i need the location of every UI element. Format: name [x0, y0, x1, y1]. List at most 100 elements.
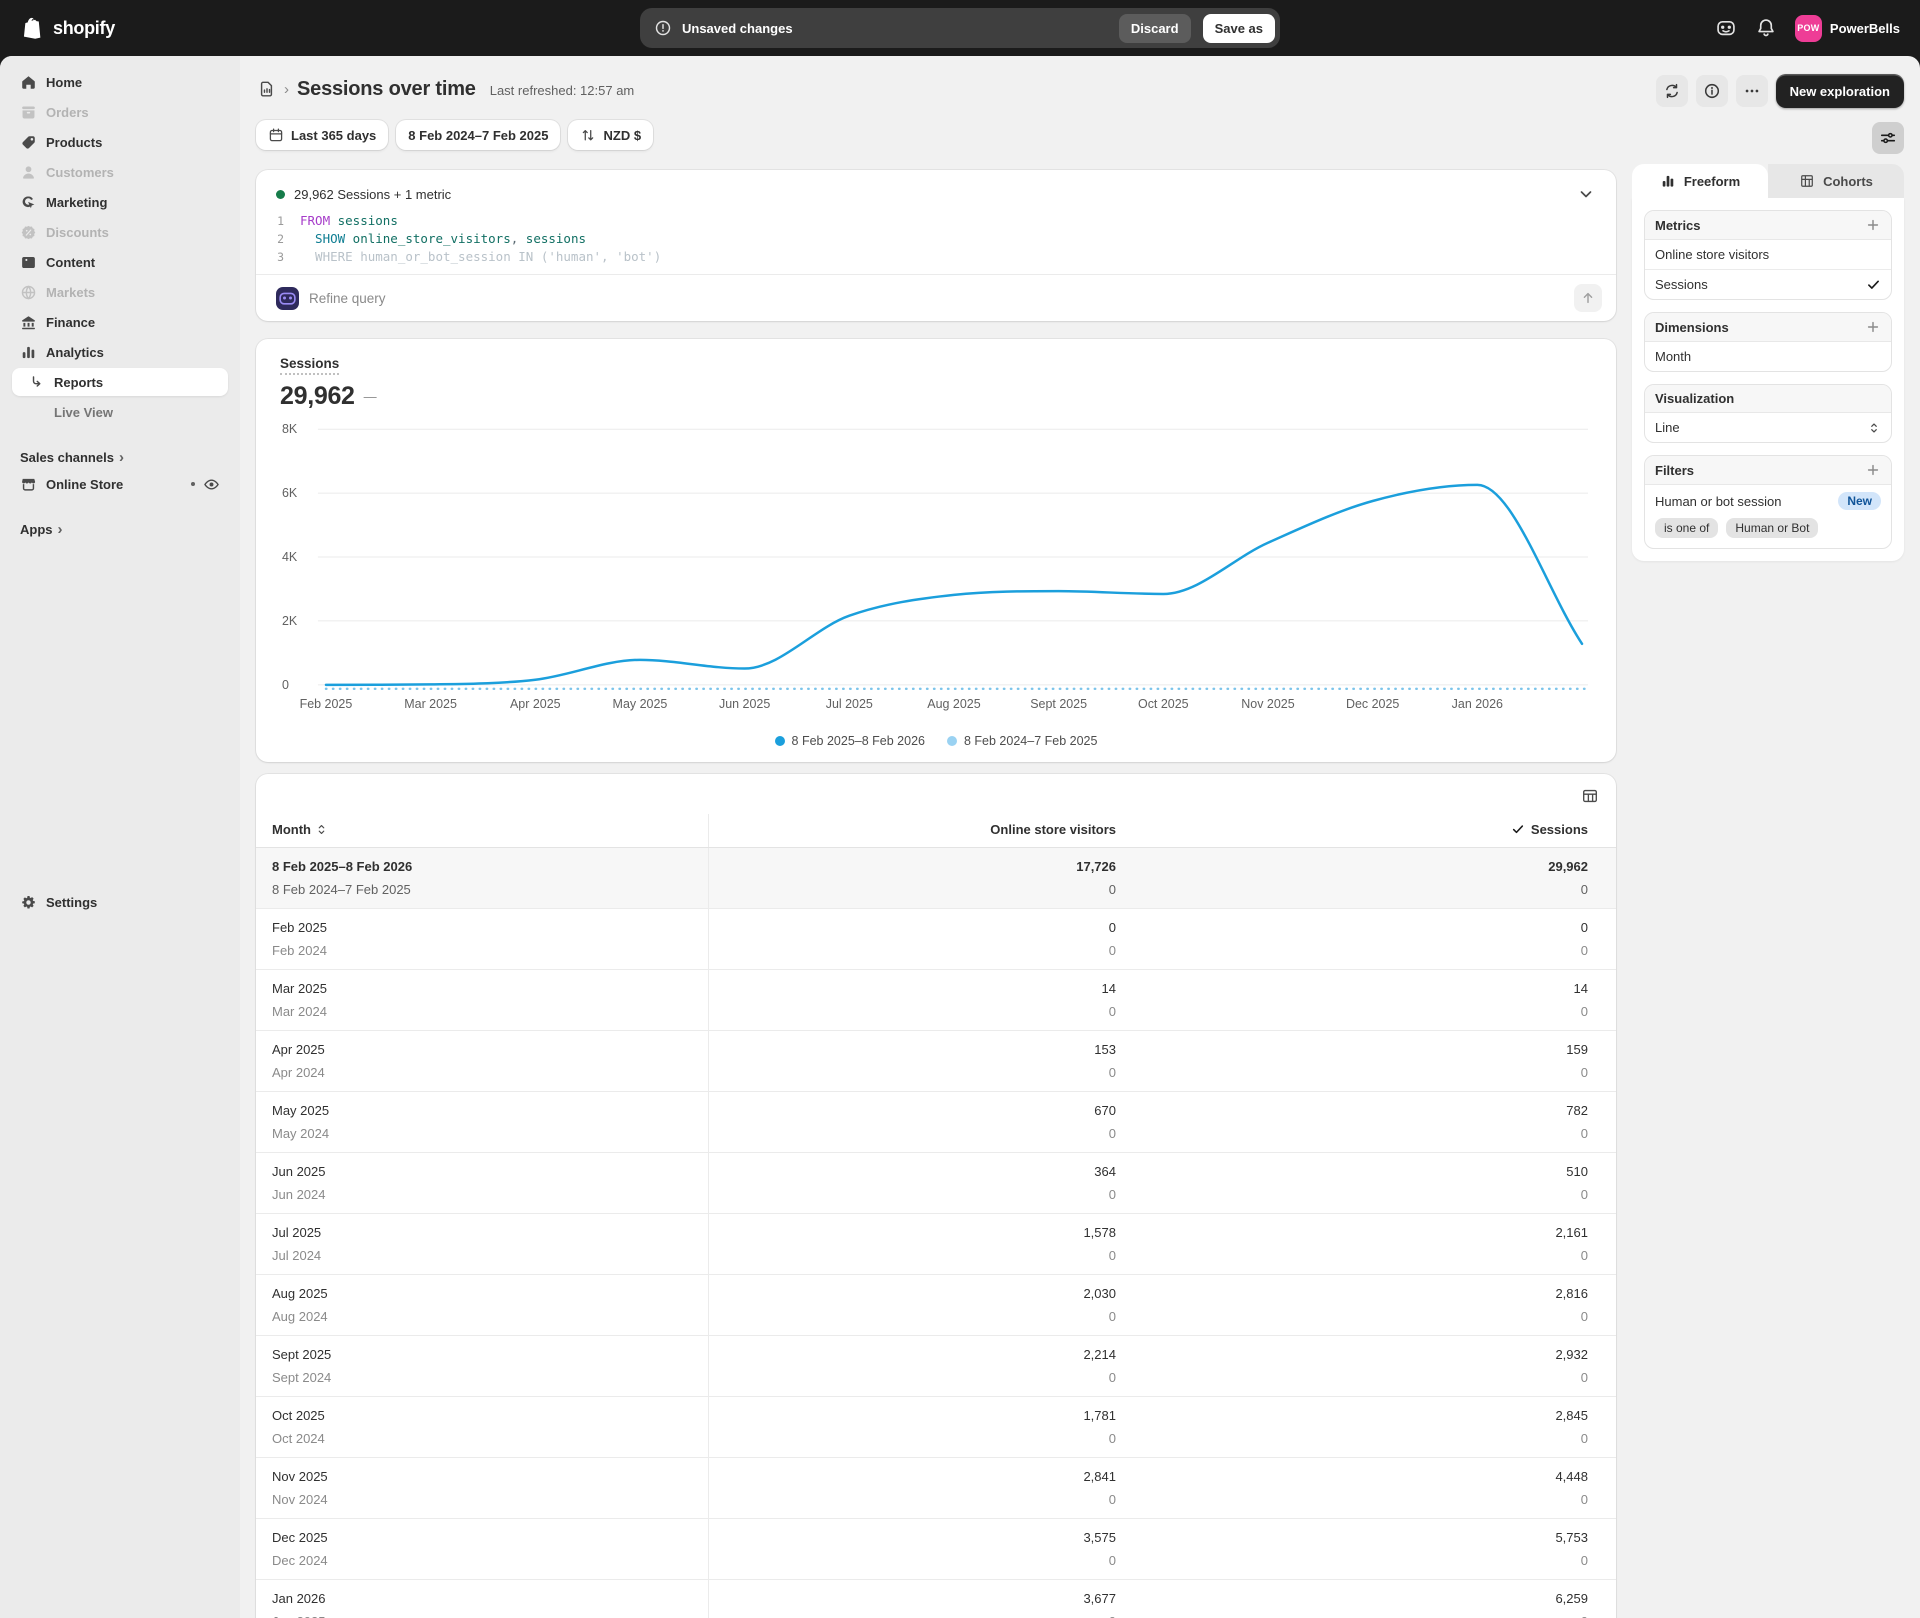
filter-name: Human or bot session: [1655, 493, 1782, 509]
table-row[interactable]: Jan 2026 Jan 2025 3,677 0 6,259 0: [256, 1579, 1616, 1618]
account-menu[interactable]: POW PowerBells: [1794, 14, 1900, 42]
filter-condition-pill[interactable]: Human or Bot: [1726, 518, 1819, 538]
column-header-month[interactable]: Month: [256, 814, 709, 848]
current-period-line[interactable]: [324, 483, 1584, 687]
save-as-button[interactable]: Save as: [1202, 13, 1275, 43]
metric-row-sessions[interactable]: Sessions: [1645, 269, 1891, 299]
sidebar-item-reports[interactable]: Reports: [12, 368, 228, 396]
refine-query-row[interactable]: Refine query: [256, 274, 1616, 321]
column-header-sessions[interactable]: Sessions: [1132, 814, 1616, 848]
filter-condition-pill[interactable]: is one of: [1655, 518, 1719, 538]
cell-comparison-period: 0: [1580, 1492, 1588, 1507]
unsaved-changes-bar: Unsaved changes Discard Save as: [640, 8, 1280, 48]
sidebar-item-finance[interactable]: Finance: [12, 308, 228, 336]
home-icon: [20, 74, 37, 91]
table-view-button[interactable]: [1576, 782, 1604, 810]
table-row[interactable]: Apr 2025 Apr 2024 153 0 159 0: [256, 1030, 1616, 1092]
sessions-cell: 2,932 0: [1132, 1335, 1616, 1397]
sidekick-icon[interactable]: [1715, 17, 1737, 39]
sidebar-apps-header[interactable]: Apps ›: [12, 516, 228, 542]
currency-button[interactable]: NZD $: [568, 120, 654, 150]
preview-eye-icon[interactable]: [203, 476, 220, 493]
refine-query-placeholder: Refine query: [309, 290, 386, 306]
shopify-logo[interactable]: shopify: [20, 15, 115, 42]
table-row[interactable]: Dec 2025 Dec 2024 3,575 0 5,753 0: [256, 1518, 1616, 1580]
month-cell: Jan 2026 Jan 2025: [256, 1579, 709, 1618]
app-frame: Home Orders Products Customers Marketing Disc…: [0, 56, 1920, 1618]
table-row[interactable]: Aug 2025 Aug 2024 2,030 0 2,816 0: [256, 1274, 1616, 1336]
tab-freeform[interactable]: Freeform: [1632, 164, 1768, 198]
cell-comparison-period: 0: [1108, 1370, 1116, 1385]
sessions-line-chart[interactable]: 8K 6K 4K 2K 0 Feb 2025 Mar 2025 Apr 2025 May 202…: [280, 417, 1592, 717]
sidebar-item-products[interactable]: Products: [12, 128, 228, 156]
table-row[interactable]: Mar 2025 Mar 2024 14 0 14 0: [256, 969, 1616, 1031]
table-row[interactable]: Feb 2025 Feb 2024 0 0 0 0: [256, 908, 1616, 970]
query-code-line[interactable]: 2 SHOW online_store_visitors, sessions: [276, 230, 1596, 248]
info-button[interactable]: [1695, 75, 1728, 107]
query-code-line[interactable]: 1 FROM sessions: [276, 212, 1596, 230]
table-row[interactable]: Nov 2025 Nov 2024 2,841 0 4,448 0: [256, 1457, 1616, 1519]
sidebar-item-settings[interactable]: Settings: [12, 888, 228, 916]
more-actions-button[interactable]: [1735, 75, 1768, 107]
tab-cohorts[interactable]: Cohorts: [1768, 164, 1904, 198]
currency-exchange-icon: [580, 127, 596, 143]
sidebar-item-marketing[interactable]: Marketing: [12, 188, 228, 216]
visitors-cell: 1,781 0: [708, 1396, 1132, 1458]
sidebar-nav: Home Orders Products Customers Marketing Disc…: [12, 68, 228, 426]
submit-query-button[interactable]: [1574, 284, 1602, 312]
new-exploration-button[interactable]: New exploration: [1775, 74, 1904, 108]
code-text: WHERE human_or_bot_session IN ('human', …: [300, 249, 662, 264]
cell-comparison-period: Aug 2024: [272, 1309, 328, 1324]
table-row[interactable]: Oct 2025 Oct 2024 1,781 0 2,845 0: [256, 1396, 1616, 1458]
line-number: 3: [277, 250, 284, 264]
discard-button[interactable]: Discard: [1118, 13, 1191, 43]
column-header-visitors[interactable]: Online store visitors: [708, 814, 1132, 848]
metrics-section: Metrics Online store visitors Sessions: [1644, 210, 1892, 300]
cell-current-period: 5,753: [1555, 1530, 1588, 1545]
legend-item[interactable]: 8 Feb 2024–7 Feb 2025: [947, 734, 1097, 748]
cell-current-period: Apr 2025: [272, 1042, 325, 1057]
query-editor[interactable]: 1 FROM sessions 2 SHOW online_store_visito…: [256, 212, 1616, 274]
query-code-line[interactable]: 3 WHERE human_or_bot_session IN ('human'…: [276, 248, 1596, 266]
chevron-down-icon[interactable]: [1576, 184, 1596, 204]
legend-item[interactable]: 8 Feb 2025–8 Feb 2026: [774, 734, 925, 748]
sidebar-item-content[interactable]: Content: [12, 248, 228, 276]
comparison-range-button[interactable]: 8 Feb 2024–7 Feb 2025: [396, 120, 561, 150]
marketing-icon: [20, 194, 37, 211]
orders-icon: [20, 104, 37, 121]
cell-current-period: 14: [1101, 981, 1116, 996]
cell-comparison-period: 0: [1148, 1610, 1588, 1618]
table-row[interactable]: May 2025 May 2024 670 0 782 0: [256, 1091, 1616, 1153]
date-range-button[interactable]: Last 365 days: [256, 120, 389, 150]
filter-item[interactable]: Human or bot session New: [1645, 485, 1891, 517]
sidebar-item-live-view[interactable]: Live View: [12, 398, 228, 426]
add-filter-icon[interactable]: [1865, 462, 1881, 478]
refresh-button[interactable]: [1655, 75, 1688, 107]
table-summary-row[interactable]: 8 Feb 2025–8 Feb 2026 8 Feb 2024–7 Feb 20…: [256, 847, 1616, 909]
dimensions-section-header: Dimensions: [1645, 313, 1891, 342]
month-cell: Jun 2025 Jun 2024: [256, 1152, 709, 1214]
table-row[interactable]: Jul 2025 Jul 2024 1,578 0 2,161 0: [256, 1213, 1616, 1275]
add-metric-icon[interactable]: [1865, 217, 1881, 233]
sidebar-item-home[interactable]: Home: [12, 68, 228, 96]
metric-row-online-store-visitors[interactable]: Online store visitors: [1645, 240, 1891, 269]
visitors-cell: 3,575 0: [708, 1518, 1132, 1580]
cell-current-period: Nov 2025: [272, 1469, 328, 1484]
sidebar-item-analytics[interactable]: Analytics: [12, 338, 228, 366]
dimension-row-month[interactable]: Month: [1645, 342, 1891, 371]
customize-panel-button[interactable]: [1872, 122, 1904, 154]
sidebar-sales-channels-header[interactable]: Sales channels ›: [12, 444, 228, 470]
sidebar-item-online-store[interactable]: Online Store: [12, 470, 228, 498]
bar-chart-icon: [1660, 173, 1676, 189]
table-row[interactable]: Sept 2025 Sept 2024 2,214 0 2,932 0: [256, 1335, 1616, 1397]
cell-current-period: 14: [1573, 981, 1588, 996]
add-dimension-icon[interactable]: [1865, 319, 1881, 335]
cell-current-period: Sept 2025: [272, 1347, 332, 1362]
sidebar-item-label: Products: [46, 134, 103, 150]
visualization-select[interactable]: Line: [1645, 413, 1891, 442]
y-axis-tick-label: 4K: [282, 550, 298, 564]
cell-comparison-period: 0: [1108, 943, 1116, 958]
month-cell: Apr 2025 Apr 2024: [256, 1030, 709, 1092]
table-row[interactable]: Jun 2025 Jun 2024 364 0 510 0: [256, 1152, 1616, 1214]
notifications-bell-icon[interactable]: [1755, 17, 1777, 39]
